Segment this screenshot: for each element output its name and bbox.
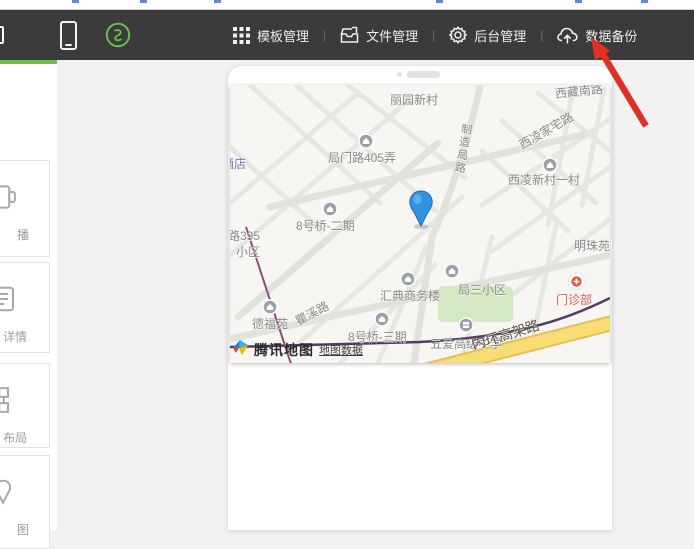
toolbar-item-label: 数据备份 (585, 26, 637, 45)
browser-link-fragment (72, 0, 79, 3)
sidebar-active-tab-indicator (0, 60, 57, 64)
editor-toolbar: 模板管理 | 文件管理 | 后台管理 | (0, 10, 694, 60)
file-manager-icon (340, 26, 359, 44)
sidebar-item-label: 布局 (3, 429, 27, 446)
toolbar-divider: | (540, 28, 543, 42)
sidebar-item-layout[interactable]: 布局 (0, 363, 50, 448)
map-roads (230, 85, 610, 363)
browser-link-fragment (641, 0, 648, 3)
carousel-icon (0, 182, 18, 217)
mobile-preview-frame: 腾讯地图 地图数据 丽园新村西藏南路酒店局门路405弄制造局路西凌家宅路西凌新村… (228, 66, 612, 530)
browser-link-fragment (140, 0, 147, 3)
map-brand-label: 腾讯地图 (254, 340, 314, 360)
grid-icon (233, 27, 250, 44)
map-pin-icon (0, 477, 18, 512)
share-link-icon[interactable] (105, 22, 131, 48)
sidebar-item-label: 播 (17, 226, 29, 243)
gear-icon (449, 26, 467, 44)
sidebar-item-detail[interactable]: 详情 (0, 262, 50, 353)
cloud-upload-icon (557, 27, 578, 44)
desktop-preview-icon[interactable] (0, 26, 4, 44)
toolbar-item-data-backup[interactable]: 数据备份 (557, 26, 637, 45)
browser-edge-strip (0, 0, 694, 10)
drag-handle-dot (397, 72, 402, 77)
browser-link-fragment (436, 0, 443, 3)
detail-icon (0, 284, 18, 319)
toolbar-item-label: 模板管理 (257, 26, 309, 45)
editor-workspace: 播 详情 布局 (0, 60, 694, 530)
toolbar-item-label: 文件管理 (366, 26, 418, 45)
browser-link-fragment (575, 0, 582, 3)
toolbar-menu: 模板管理 | 文件管理 | 后台管理 | (233, 10, 637, 60)
map-canvas[interactable]: 腾讯地图 地图数据 丽园新村西藏南路酒店局门路405弄制造局路西凌家宅路西凌新村… (230, 85, 610, 363)
layout-icon (0, 385, 18, 420)
toolbar-item-label: 后台管理 (474, 26, 526, 45)
sidebar-item-map[interactable]: 图 (0, 455, 50, 549)
map-data-link[interactable]: 地图数据 (319, 342, 363, 358)
tencent-maps-logo (232, 339, 249, 361)
map-park-area (438, 286, 513, 322)
sidebar-item-label: 详情 (3, 328, 27, 345)
sidebar-item-carousel[interactable]: 播 (0, 160, 50, 257)
map-attribution: 腾讯地图 地图数据 (232, 339, 363, 361)
mobile-preview-icon[interactable] (60, 21, 77, 50)
toolbar-item-template-management[interactable]: 模板管理 (233, 26, 309, 45)
toolbar-divider: | (323, 28, 326, 42)
widget-sidebar: 播 详情 布局 (0, 60, 57, 530)
drag-handle[interactable] (407, 71, 440, 78)
toolbar-divider: | (432, 28, 435, 42)
toolbar-item-file-management[interactable]: 文件管理 (340, 26, 418, 45)
toolbar-item-backend-management[interactable]: 后台管理 (449, 26, 526, 45)
browser-link-fragment (214, 0, 221, 3)
